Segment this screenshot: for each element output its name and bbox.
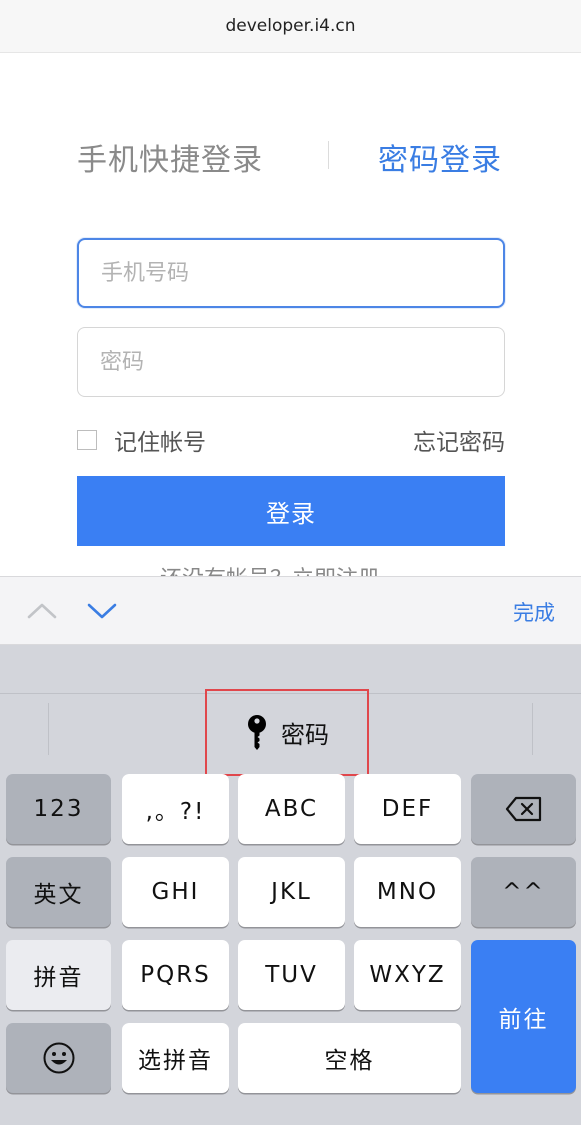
key-tuv[interactable]: TUV <box>238 940 345 1010</box>
key-space[interactable]: 空格 <box>238 1023 461 1093</box>
backspace-icon <box>505 796 541 822</box>
remember-label: 记住帐号 <box>114 430 206 456</box>
password-field[interactable] <box>77 327 505 397</box>
register-link[interactable]: 还没有帐号？立即注册 <box>160 560 460 576</box>
key-mno[interactable]: MNO <box>354 857 461 927</box>
key-backspace[interactable] <box>471 774 576 844</box>
url-text: developer.i4.cn <box>225 16 356 36</box>
key-emoticon[interactable]: ^^ <box>471 857 576 927</box>
suggestion-separator-right <box>532 703 533 755</box>
login-tabs: 手机快捷登录 密码登录 <box>0 125 581 185</box>
done-button[interactable]: 完成 <box>513 597 555 627</box>
tab-phone-login[interactable]: 手机快捷登录 <box>77 135 263 179</box>
tab-password-login[interactable]: 密码登录 <box>378 135 502 179</box>
suggestion-label: 密码 <box>281 721 329 749</box>
login-button[interactable]: 登录 <box>77 476 505 546</box>
login-button-label: 登录 <box>266 499 316 528</box>
key-pinyin[interactable]: 拼音 <box>6 940 111 1010</box>
key-abc[interactable]: ABC <box>238 774 345 844</box>
key-english[interactable]: 英文 <box>6 857 111 927</box>
key-punctuation[interactable]: ,。?! <box>122 774 229 844</box>
remember-account[interactable]: 记住帐号 <box>77 423 206 457</box>
key-numbers[interactable]: 123 <box>6 774 111 844</box>
forgot-password-link[interactable]: 忘记密码 <box>413 423 505 457</box>
chevron-down-icon[interactable] <box>86 597 118 625</box>
key-ghi[interactable]: GHI <box>122 857 229 927</box>
key-go[interactable]: 前往 <box>471 940 576 1093</box>
chevron-up-icon[interactable] <box>26 597 58 625</box>
key-def[interactable]: DEF <box>354 774 461 844</box>
phone-field[interactable] <box>77 238 505 308</box>
tab-divider <box>328 141 329 169</box>
remember-checkbox[interactable] <box>77 430 97 450</box>
phone-input[interactable] <box>101 260 503 286</box>
password-autofill-suggestion[interactable]: 密码 <box>205 689 369 776</box>
suggestion-separator-left <box>48 703 49 755</box>
key-wxyz[interactable]: WXYZ <box>354 940 461 1010</box>
keyboard-accessory-bar: 完成 <box>0 576 581 645</box>
password-input[interactable] <box>100 349 504 375</box>
key-emoji[interactable] <box>6 1023 111 1093</box>
key-pqrs[interactable]: PQRS <box>122 940 229 1010</box>
emoji-icon <box>43 1042 74 1074</box>
keyboard: 密码 123 ,。?! ABC DEF 英文 GHI JKL MNO ^^ 拼音… <box>0 645 581 1125</box>
key-select-pinyin[interactable]: 选拼音 <box>122 1023 229 1093</box>
key-icon <box>248 714 266 750</box>
key-jkl[interactable]: JKL <box>238 857 345 927</box>
address-bar[interactable]: developer.i4.cn <box>0 0 581 53</box>
